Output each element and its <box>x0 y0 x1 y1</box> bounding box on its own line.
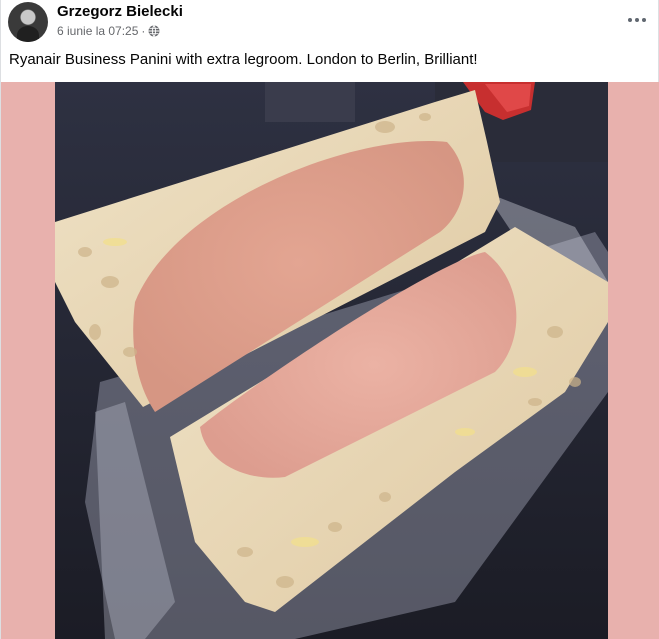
post-caption: Ryanair Business Panini with extra legro… <box>9 51 478 68</box>
panini-photo <box>55 82 608 639</box>
author-name[interactable]: Grzegorz Bielecki <box>57 3 183 20</box>
post-meta: 6 iunie la 07:25 · <box>57 24 160 38</box>
facebook-post: Grzegorz Bielecki 6 iunie la 07:25 · Rya… <box>0 0 659 639</box>
author-avatar[interactable] <box>8 2 48 42</box>
post-photo-container[interactable] <box>1 82 659 639</box>
meta-separator: · <box>141 24 146 38</box>
post-header: Grzegorz Bielecki 6 iunie la 07:25 · <box>1 0 659 44</box>
post-date[interactable]: 6 iunie la 07:25 <box>57 24 138 38</box>
globe-icon[interactable] <box>148 25 160 37</box>
more-options-icon[interactable] <box>623 8 651 32</box>
